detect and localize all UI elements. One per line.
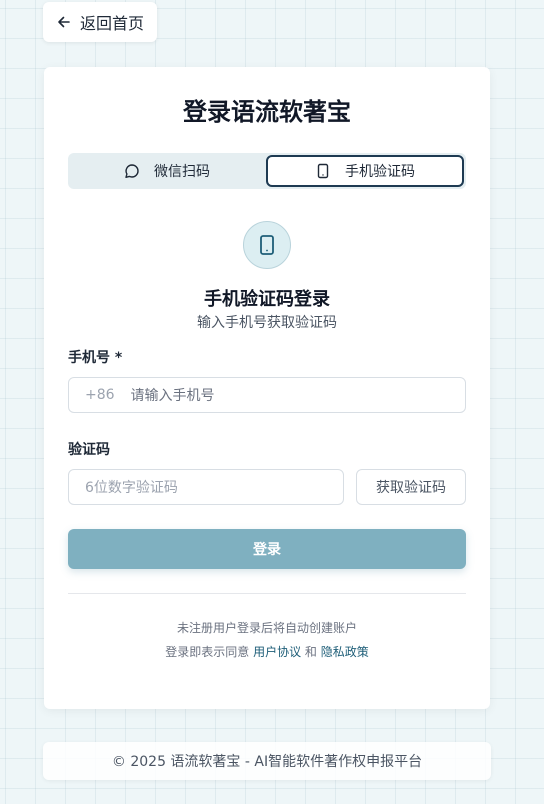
code-placeholder: 6位数字验证码: [85, 480, 178, 496]
phone-placeholder: 请输入手机号: [130, 388, 215, 404]
login-card: 登录语流软著宝 微信扫码 手机验证码 手机验证码登录 输入手机号获取验证码 手机…: [44, 67, 490, 709]
tab-phone-label: 手机验证码: [345, 164, 415, 180]
chat-bubble-icon: [124, 163, 140, 179]
footer: © 2025 语流软著宝 - AI智能软件著作权申报平台: [43, 742, 491, 780]
tab-wechat-scan[interactable]: 微信扫码: [68, 153, 266, 189]
divider: [68, 593, 466, 594]
code-input[interactable]: 6位数字验证码: [68, 469, 344, 505]
agreement-and: 和: [304, 645, 317, 659]
get-code-button[interactable]: 获取验证码: [356, 469, 466, 505]
privacy-link[interactable]: 隐私政策: [321, 645, 369, 659]
tab-phone-code[interactable]: 手机验证码: [266, 155, 464, 187]
back-home-button[interactable]: 返回首页: [43, 2, 157, 42]
country-code-prefix: +86: [85, 387, 115, 403]
agreement-prefix: 登录即表示同意: [165, 645, 250, 659]
auto-register-note: 未注册用户登录后将自动创建账户: [176, 621, 357, 635]
arrow-left-icon: [57, 15, 71, 29]
login-method-tabs: 微信扫码 手机验证码: [68, 153, 466, 189]
back-home-label: 返回首页: [80, 14, 145, 33]
smartphone-icon: [243, 221, 291, 269]
agreement-note: 登录即表示同意 用户协议 和 隐私政策: [44, 643, 490, 660]
page-title: 登录语流软著宝: [183, 98, 351, 126]
method-title: 手机验证码登录: [204, 289, 330, 310]
method-description: 输入手机号获取验证码: [197, 315, 337, 331]
phone-label: 手机号 *: [68, 350, 123, 366]
footer-copyright: © 2025 语流软著宝 - AI智能软件著作权申报平台: [111, 754, 423, 770]
code-label: 验证码: [68, 442, 110, 458]
smartphone-icon: [315, 163, 331, 179]
terms-link[interactable]: 用户协议: [253, 645, 301, 659]
login-button[interactable]: 登录: [68, 529, 466, 569]
phone-input[interactable]: +86 请输入手机号: [68, 377, 466, 413]
tab-wechat-label: 微信扫码: [154, 164, 210, 180]
